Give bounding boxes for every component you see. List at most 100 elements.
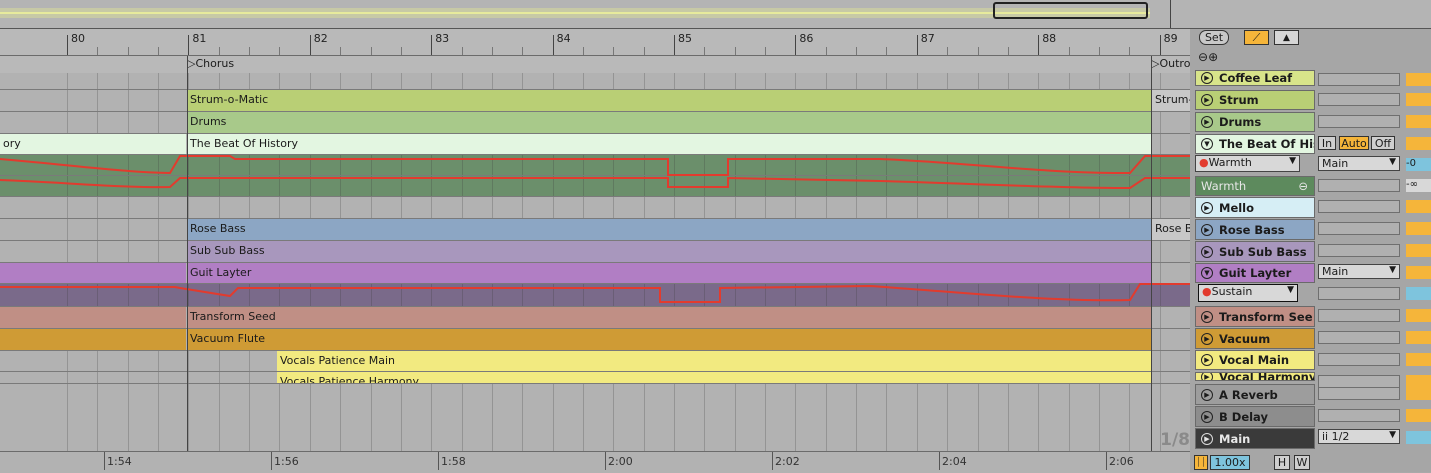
fold-icon[interactable]: ▶ — [1201, 433, 1213, 445]
next-locator-icon[interactable]: ⊕ — [1208, 50, 1218, 64]
clip-slot[interactable] — [1318, 309, 1400, 322]
monitor-auto-button[interactable]: Auto — [1339, 136, 1369, 150]
overview-end-marker — [1170, 0, 1171, 28]
track-header[interactable]: ▶Sub Sub Bass — [1195, 241, 1315, 262]
track-name: Vocal Harmony — [1219, 372, 1315, 381]
automation-curve-warmth-1[interactable] — [0, 156, 1190, 175]
bar-number: 89 — [1164, 32, 1178, 45]
track-volume[interactable]: -∞ — [1406, 179, 1431, 192]
output-routing-select[interactable]: ii 1/2▼ — [1318, 429, 1400, 444]
fold-icon[interactable]: ▶ — [1201, 116, 1213, 128]
previous-locator-icon[interactable]: ⊖ — [1198, 50, 1208, 64]
track-volume[interactable] — [1406, 244, 1431, 257]
time-tick — [1106, 452, 1107, 470]
clip-slot[interactable] — [1318, 287, 1400, 300]
track-volume[interactable] — [1406, 309, 1431, 322]
track-header-area: Set ⟋ ▲ ⊖⊕ ▶Coffee Leaf▶Strum▶Drums▼The … — [1190, 29, 1431, 472]
clip-slot[interactable] — [1318, 331, 1400, 344]
fold-icon[interactable]: ▼ — [1201, 138, 1213, 150]
track-header[interactable]: ▼Guit Layter — [1195, 263, 1315, 283]
clip-slot[interactable] — [1318, 387, 1400, 400]
fold-icon[interactable]: ▶ — [1201, 411, 1213, 423]
clip-slot[interactable] — [1318, 353, 1400, 366]
track-volume[interactable] — [1406, 431, 1431, 444]
track-header[interactable]: ▶Strum — [1195, 90, 1315, 110]
clip-slot[interactable] — [1318, 200, 1400, 213]
track-volume[interactable] — [1406, 287, 1431, 300]
track-header[interactable]: ▶Rose Bass — [1195, 219, 1315, 240]
fold-icon[interactable]: ▶ — [1201, 202, 1213, 214]
track-volume[interactable] — [1406, 93, 1431, 106]
track-header[interactable]: ▶Main — [1195, 428, 1315, 449]
track-header[interactable]: ▼The Beat Of His — [1195, 134, 1315, 154]
monitor-in-button[interactable]: In — [1318, 136, 1336, 150]
automation-param-select[interactable]: ●Warmth▼ — [1195, 155, 1300, 172]
track-volume[interactable]: -0 — [1406, 158, 1431, 171]
time-label: 2:00 — [608, 455, 633, 468]
fold-icon[interactable]: ▶ — [1201, 354, 1213, 366]
automation-curve-warmth-2[interactable] — [0, 178, 1190, 188]
fold-icon[interactable]: ▶ — [1201, 94, 1213, 106]
clip-slot[interactable] — [1318, 115, 1400, 128]
track-volume[interactable] — [1406, 353, 1431, 366]
track-volume[interactable] — [1406, 266, 1431, 279]
track-volume[interactable] — [1406, 409, 1431, 422]
clip-slot[interactable] — [1318, 409, 1400, 422]
w-button[interactable]: W — [1294, 455, 1310, 470]
lock-button[interactable]: ▲ — [1274, 30, 1299, 45]
beat-time-ruler[interactable]: 80818283848586878889 — [0, 29, 1190, 56]
track-header[interactable]: ▶Drums — [1195, 112, 1315, 132]
clip-slot[interactable] — [1318, 222, 1400, 235]
track-volume[interactable] — [1406, 115, 1431, 128]
track-header[interactable]: ▶Vocal Main — [1195, 350, 1315, 370]
locator-nav[interactable]: ⊖⊕ — [1198, 50, 1218, 64]
monitor-off-button[interactable]: Off — [1371, 136, 1395, 150]
fold-icon[interactable]: ▼ — [1201, 267, 1213, 279]
fold-icon[interactable]: ▶ — [1201, 311, 1213, 323]
follow-button[interactable]: ⏐⏐ — [1194, 455, 1208, 470]
track-name: Mello — [1219, 201, 1254, 215]
fold-icon[interactable]: ▶ — [1201, 224, 1213, 236]
automation-param-select[interactable]: ●Sustain▼ — [1198, 284, 1298, 302]
track-header[interactable]: ▶Vacuum — [1195, 328, 1315, 349]
clip-slot[interactable] — [1318, 93, 1400, 106]
track-header[interactable]: ▶ Vocal Harmony — [1195, 372, 1315, 381]
time-ruler[interactable]: 1/8 1:541:561:582:002:022:042:06 — [0, 451, 1190, 473]
output-routing-select[interactable]: Main▼ — [1318, 156, 1400, 171]
set-button[interactable]: Set — [1199, 30, 1229, 45]
track-volume[interactable] — [1406, 222, 1431, 235]
track-volume[interactable] — [1406, 137, 1431, 150]
bar-tick — [431, 35, 432, 55]
fold-icon[interactable]: ▶ — [1201, 389, 1213, 401]
zoom-value[interactable]: 1.00x — [1210, 455, 1250, 470]
clip-slot[interactable] — [1318, 73, 1400, 86]
clip-slot[interactable] — [1318, 179, 1400, 192]
fold-icon[interactable]: ▶ — [1201, 372, 1213, 381]
track-header[interactable]: ▶B Delay — [1195, 406, 1315, 427]
fold-icon[interactable]: ▶ — [1201, 333, 1213, 345]
automation-curve-sustain[interactable] — [0, 284, 1190, 302]
fold-icon[interactable]: ▶ — [1201, 72, 1213, 84]
arrangement-overview[interactable] — [0, 0, 1431, 29]
track-header[interactable]: Warmth ⊖ — [1195, 176, 1315, 196]
track-volume[interactable] — [1406, 73, 1431, 86]
h-button[interactable]: H — [1274, 455, 1290, 470]
automation-curves[interactable] — [0, 56, 1190, 451]
remove-lane-icon[interactable]: ⊖ — [1298, 179, 1308, 193]
beat-tick — [1099, 47, 1100, 55]
track-header[interactable]: ▶Coffee Leaf — [1195, 70, 1315, 86]
draw-mode-button[interactable]: ⟋ — [1244, 30, 1269, 45]
track-volume[interactable] — [1406, 387, 1431, 400]
track-header[interactable]: ▶A Reverb — [1195, 384, 1315, 405]
track-volume[interactable] — [1406, 200, 1431, 213]
track-header[interactable]: ▶ Mello — [1195, 197, 1315, 218]
fold-icon[interactable]: ▶ — [1201, 246, 1213, 258]
time-tick — [939, 452, 940, 470]
track-header[interactable]: ▶Transform See — [1195, 306, 1315, 327]
track-name: Warmth — [1201, 179, 1246, 193]
clip-slot[interactable] — [1318, 244, 1400, 257]
arrangement-view[interactable]: ▷Chorus ▷Outro Strum-o-MaticStrum-DrumsT… — [0, 56, 1190, 451]
overview-viewport-box[interactable] — [993, 2, 1148, 19]
output-routing-select[interactable]: Main▼ — [1318, 264, 1400, 279]
track-volume[interactable] — [1406, 331, 1431, 344]
